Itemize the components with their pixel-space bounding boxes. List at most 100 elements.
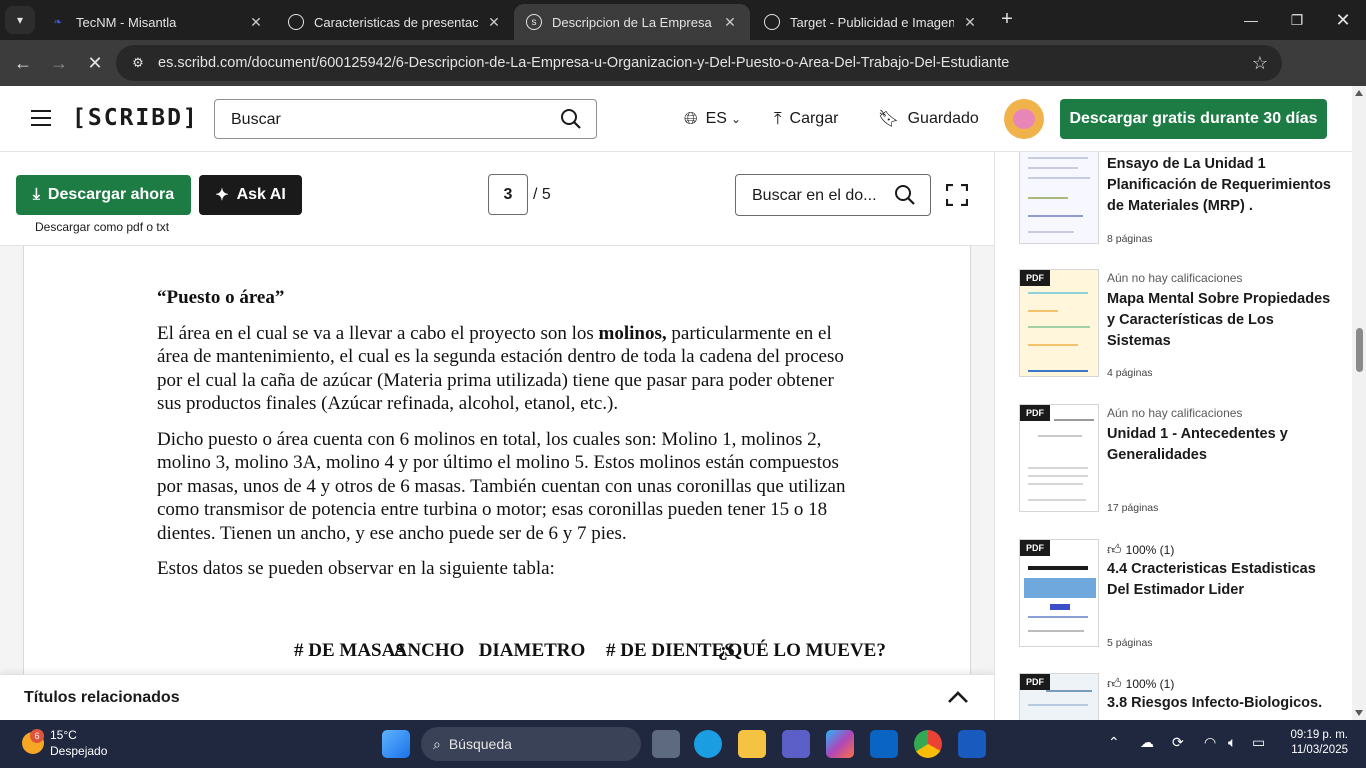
card-pages: 5 páginas [1107, 637, 1153, 649]
battery-icon[interactable]: ▭ [1252, 734, 1265, 751]
hamburger-menu-icon[interactable] [31, 110, 51, 126]
volume-icon[interactable]: 🔈︎ [1228, 734, 1236, 751]
close-icon[interactable]: ✕ [962, 14, 978, 31]
page-scrollbar[interactable] [1352, 86, 1366, 720]
pdf-badge: PDF [1020, 405, 1050, 421]
tab-search-menu-button[interactable]: ▾ [5, 6, 35, 34]
recommendation-card[interactable]: PDF 👍︎ 100% (1) 4.4 Cracteristicas Estad… [1019, 539, 1349, 649]
download-now-button[interactable]: ⤓ Descargar ahora [16, 175, 191, 215]
tab-descripcion-active[interactable]: s Descripcion de La Empresa U O ✕ [514, 4, 750, 40]
back-arrow-icon[interactable]: ← [8, 48, 38, 78]
free-trial-button[interactable]: Descargar gratis durante 30 días [1060, 99, 1327, 139]
close-icon[interactable]: ✕ [248, 14, 264, 31]
windows-start-icon[interactable] [382, 730, 410, 758]
tab-tecnm[interactable]: ❧ TecNM - Misantla ✕ [38, 4, 276, 40]
paragraph-3: Estos datos se pueden observar en la sig… [157, 558, 555, 579]
document-toolbar: ⤓ Descargar ahora ✦ Ask AI Descargar com… [0, 152, 994, 246]
page-total: / 5 [533, 186, 551, 203]
tab-title: Descripcion de La Empresa U O [552, 14, 714, 30]
card-pages: 8 páginas [1107, 233, 1153, 245]
scrollbar-thumb[interactable] [1356, 328, 1363, 372]
upload-button[interactable]: ⤒ Cargar [774, 109, 838, 129]
sync-icon[interactable]: ⟳ [1172, 734, 1184, 751]
minimize-icon[interactable]: — [1228, 0, 1274, 40]
recommendation-card[interactable]: PDF Aún no hay calificaciones Unidad 1 -… [1019, 404, 1349, 514]
document-text: “Puesto o área” El área en el cual se va… [157, 286, 847, 593]
close-icon[interactable]: ✕ [486, 14, 502, 31]
pdf-badge: PDF [1020, 540, 1050, 556]
language-selector[interactable]: 🌐︎ ES ⌄ [684, 109, 741, 129]
task-view-icon[interactable] [652, 730, 680, 758]
card-title[interactable]: Mapa Mental Sobre Propiedades y Caracter… [1107, 289, 1337, 352]
weather-badge: 6 [30, 729, 44, 743]
ask-ai-button[interactable]: ✦ Ask AI [199, 175, 302, 215]
card-rating: Aún no hay calificaciones [1107, 271, 1243, 285]
card-rating: Aún no hay calificaciones [1107, 406, 1243, 420]
cloud-icon[interactable]: ☁ [1140, 734, 1154, 751]
paragraph-1: El área en el cual se va a llevar a cabo… [157, 322, 847, 416]
copilot-icon[interactable] [826, 730, 854, 758]
tab-title: Caracteristicas de presentacion [314, 14, 478, 30]
system-clock[interactable]: 09:19 p. m. 11/03/2025 [1290, 728, 1348, 758]
recommendation-card[interactable]: Ensayo de La Unidad 1 Planificación de R… [1019, 152, 1349, 246]
card-title[interactable]: 3.8 Riesgos Infecto-Biologicos. [1107, 693, 1337, 714]
word-icon[interactable] [958, 730, 986, 758]
taskbar-search[interactable]: ⌕ Búsqueda [421, 727, 641, 761]
document-thumbnail: PDF [1019, 673, 1099, 720]
related-titles-bar[interactable]: Títulos relacionados [0, 674, 994, 720]
card-pages: 4 páginas [1107, 367, 1153, 379]
paragraph-2: Dicho puesto o área cuenta con 6 molinos… [157, 428, 846, 544]
search-icon[interactable] [560, 108, 582, 130]
document-search-input[interactable]: Buscar en el do... [735, 174, 931, 216]
doc-search-placeholder: Buscar en el do... [752, 187, 877, 204]
recommendation-card[interactable]: PDF 👍︎ 100% (1) 3.8 Riesgos Infecto-Biol… [1019, 673, 1349, 720]
edge-icon[interactable] [694, 730, 722, 758]
scroll-up-arrow-icon[interactable] [1355, 90, 1363, 96]
clock-date: 11/03/2025 [1291, 744, 1348, 756]
upload-label: Cargar [789, 110, 839, 127]
card-title[interactable]: Ensayo de La Unidad 1 Planificación de R… [1107, 154, 1337, 217]
scroll-down-arrow-icon[interactable] [1355, 710, 1363, 716]
wifi-icon[interactable]: ◠ [1204, 734, 1216, 751]
search-icon[interactable] [894, 184, 916, 206]
sparkle-icon: ✦ [215, 187, 229, 204]
chrome-icon[interactable] [914, 730, 942, 758]
table-header-diametro: DIAMETRO [478, 640, 586, 661]
fullscreen-icon[interactable] [946, 184, 968, 206]
user-avatar[interactable] [1004, 99, 1044, 139]
card-rating: 👍︎ 100% (1) [1107, 541, 1174, 558]
taskbar-search-label: Búsqueda [448, 736, 512, 752]
scribd-logo[interactable]: [SCRIBD] [72, 105, 199, 131]
restore-icon[interactable]: ❐ [1274, 0, 1320, 40]
related-titles-label: Títulos relacionados [24, 689, 180, 706]
page-number-input[interactable]: 3 [488, 174, 528, 215]
search-input[interactable]: Buscar [214, 99, 597, 139]
teams-icon[interactable] [782, 730, 810, 758]
card-rating: 👍︎ 100% (1) [1107, 675, 1174, 692]
recommendations-sidebar: Ensayo de La Unidad 1 Planificación de R… [994, 152, 1352, 720]
tab-caracteristicas[interactable]: Caracteristicas de presentacion ✕ [276, 4, 514, 40]
stop-loading-icon[interactable]: ✕ [80, 48, 110, 78]
card-title[interactable]: Unidad 1 - Antecedentes y Generalidades [1107, 424, 1337, 466]
url-field[interactable]: ⚙ es.scribd.com/document/600125942/6-Des… [116, 45, 1282, 81]
document-page: “Puesto o área” El área en el cual se va… [23, 246, 971, 674]
chevron-up-icon[interactable]: ⌃ [1108, 734, 1120, 751]
recommendation-card[interactable]: PDF Aún no hay calificaciones Mapa Menta… [1019, 269, 1349, 379]
file-explorer-icon[interactable] [738, 730, 766, 758]
site-settings-icon[interactable]: ⚙ [128, 53, 148, 73]
close-window-icon[interactable]: ✕ [1320, 0, 1366, 40]
paragraph-1-start: El área en el cual se va a llevar a cabo… [157, 322, 599, 344]
close-icon[interactable]: ✕ [722, 14, 738, 31]
weather-widget[interactable]: 6 15°C Despejado [22, 727, 107, 759]
document-viewer[interactable]: “Puesto o área” El área en el cual se va… [0, 246, 994, 674]
new-tab-button[interactable]: + [996, 8, 1018, 30]
search-placeholder: Buscar [231, 111, 281, 128]
card-title[interactable]: 4.4 Cracteristicas Estadisticas Del Esti… [1107, 559, 1337, 601]
globe-icon [288, 14, 304, 30]
tab-target[interactable]: Target - Publicidad e Imagen ✕ [752, 4, 990, 40]
store-icon[interactable] [870, 730, 898, 758]
chevron-up-icon[interactable] [946, 687, 970, 707]
bookmark-star-icon[interactable]: ☆ [1252, 53, 1268, 74]
saved-button[interactable]: 🔖︎ Guardado [878, 109, 979, 129]
forward-arrow-icon[interactable]: → [44, 48, 74, 78]
